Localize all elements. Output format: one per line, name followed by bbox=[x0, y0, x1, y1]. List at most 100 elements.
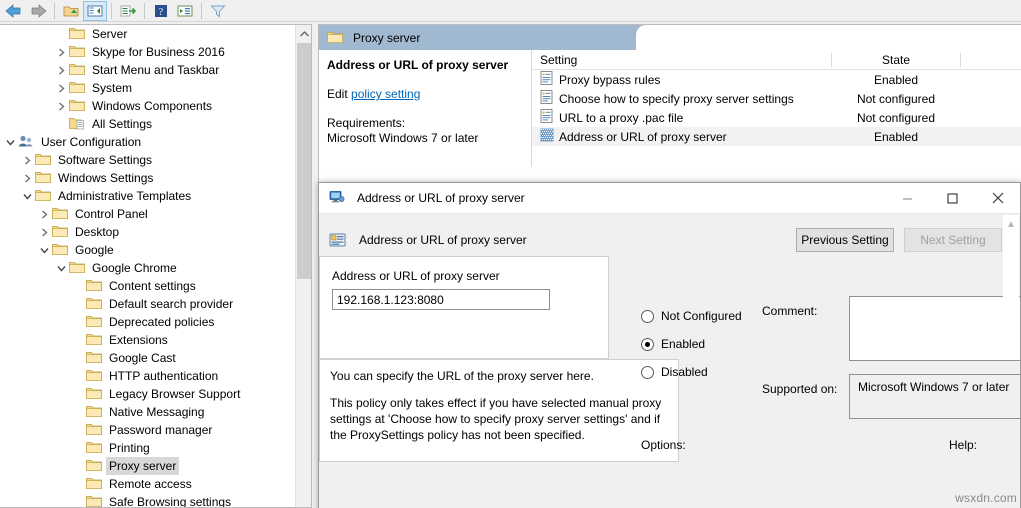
close-icon[interactable] bbox=[975, 183, 1020, 214]
tree-scroll-up-icon[interactable] bbox=[296, 25, 311, 42]
tree-item-label: User Configuration bbox=[41, 135, 142, 149]
folder-icon bbox=[86, 350, 102, 366]
tree-item-google-chrome[interactable]: Google Chrome bbox=[0, 259, 295, 277]
folder-icon bbox=[35, 188, 51, 204]
tree-scrollbar[interactable] bbox=[295, 25, 311, 507]
show-hide-console-tree-icon[interactable] bbox=[83, 0, 107, 21]
policy-document-icon bbox=[540, 71, 559, 88]
radio-label: Disabled bbox=[661, 365, 708, 379]
settings-list[interactable]: Proxy bypass rules Enabled Choose how to s… bbox=[532, 70, 1021, 146]
settings-row-state-cell: Enabled bbox=[873, 72, 919, 87]
chevron-right-icon[interactable] bbox=[53, 44, 69, 60]
tree-item-windows-settings[interactable]: Windows Settings bbox=[0, 169, 295, 187]
tree-item-default-search-provider[interactable]: Default search provider bbox=[0, 295, 295, 313]
next-setting-button[interactable]: Next Setting bbox=[904, 227, 1002, 252]
chevron-right-icon[interactable] bbox=[36, 224, 52, 240]
tree-item-safe-browsing-settings[interactable]: Safe Browsing settings bbox=[0, 493, 295, 507]
tree-scroll-thumb[interactable] bbox=[297, 43, 311, 279]
column-header-state[interactable]: State bbox=[831, 52, 961, 67]
tree-item-google[interactable]: Google bbox=[0, 241, 295, 259]
tree-item-control-panel[interactable]: Control Panel bbox=[0, 205, 295, 223]
supported-on-label: Supported on: bbox=[762, 382, 838, 396]
chevron-down-icon[interactable] bbox=[2, 134, 18, 150]
folder-icon bbox=[86, 440, 102, 456]
tree-item-windows-components[interactable]: Windows Components bbox=[0, 97, 295, 115]
forward-icon[interactable] bbox=[26, 1, 50, 21]
back-icon[interactable] bbox=[2, 1, 26, 21]
tree-item-desktop[interactable]: Desktop bbox=[0, 223, 295, 241]
chevron-right-icon[interactable] bbox=[53, 80, 69, 96]
tree-item-user-configuration[interactable]: User Configuration bbox=[0, 133, 295, 151]
settings-list-row[interactable]: URL to a proxy .pac file Not configured bbox=[532, 108, 1021, 127]
help-icon[interactable]: ? bbox=[149, 1, 173, 21]
settings-list-row[interactable]: Choose how to specify proxy server setti… bbox=[532, 89, 1021, 108]
radio-indicator[interactable] bbox=[641, 365, 654, 379]
settings-pane-header: Proxy server bbox=[319, 25, 1021, 50]
export-list-icon[interactable] bbox=[116, 1, 140, 21]
proxy-address-input[interactable] bbox=[332, 289, 550, 310]
tree-item-start-menu-and-taskbar[interactable]: Start Menu and Taskbar bbox=[0, 61, 295, 79]
tree-item-native-messaging[interactable]: Native Messaging bbox=[0, 403, 295, 421]
dialog-body: Address or URL of proxy server Previous … bbox=[319, 214, 1020, 508]
maximize-icon[interactable] bbox=[930, 183, 975, 214]
chevron-right-icon[interactable] bbox=[53, 62, 69, 78]
up-one-level-icon[interactable] bbox=[59, 1, 83, 21]
tree-item-google-cast[interactable]: Google Cast bbox=[0, 349, 295, 367]
twisty-placeholder bbox=[70, 440, 86, 456]
tree-item-printing[interactable]: Printing bbox=[0, 439, 295, 457]
settings-list-row[interactable]: Address or URL of proxy server Enabled bbox=[532, 127, 1021, 146]
extended-info-pane: Address or URL of proxy server Edit poli… bbox=[319, 50, 532, 167]
radio-enabled[interactable]: Enabled bbox=[641, 330, 761, 358]
user-configuration-icon bbox=[18, 134, 34, 150]
tree-item-server[interactable]: Server bbox=[0, 25, 295, 43]
comment-value bbox=[850, 297, 1020, 307]
comment-textarea[interactable]: ▲ ▼ bbox=[849, 296, 1020, 361]
tree-item-extensions[interactable]: Extensions bbox=[0, 331, 295, 349]
radio-not-configured[interactable]: Not Configured bbox=[641, 302, 761, 330]
tree-item-software-settings[interactable]: Software Settings bbox=[0, 151, 295, 169]
properties-icon[interactable] bbox=[173, 1, 197, 21]
folder-icon bbox=[35, 152, 51, 168]
tree-item-password-manager[interactable]: Password manager bbox=[0, 421, 295, 439]
radio-indicator[interactable] bbox=[641, 309, 654, 323]
tree-item-skype-for-business-2016[interactable]: Skype for Business 2016 bbox=[0, 43, 295, 61]
twisty-placeholder bbox=[70, 404, 86, 420]
minimize-icon[interactable] bbox=[885, 183, 930, 214]
chevron-right-icon[interactable] bbox=[36, 206, 52, 222]
radio-disabled[interactable]: Disabled bbox=[641, 358, 761, 386]
chevron-down-icon[interactable] bbox=[53, 260, 69, 276]
chevron-down-icon[interactable] bbox=[36, 242, 52, 258]
filter-icon[interactable] bbox=[206, 1, 230, 21]
tree-item-label: Windows Settings bbox=[58, 171, 154, 185]
policy-setting-icon bbox=[329, 232, 346, 248]
previous-setting-button[interactable]: Previous Setting bbox=[796, 227, 894, 252]
tree-item-remote-access[interactable]: Remote access bbox=[0, 475, 295, 493]
group-policy-editor-window: ? Server Skype for Business 2016 Start Men… bbox=[0, 0, 1021, 508]
column-header-setting[interactable]: Setting bbox=[532, 53, 831, 67]
settings-list-row[interactable]: Proxy bypass rules Enabled bbox=[532, 70, 1021, 89]
tree-item-legacy-browser-support[interactable]: Legacy Browser Support bbox=[0, 385, 295, 403]
chevron-right-icon[interactable] bbox=[19, 170, 35, 186]
tree-item-http-authentication[interactable]: HTTP authentication bbox=[0, 367, 295, 385]
dialog-title-bar[interactable]: Address or URL of proxy server bbox=[319, 183, 1020, 214]
radio-indicator[interactable] bbox=[641, 337, 654, 351]
tree-item-all-settings[interactable]: All Settings bbox=[0, 115, 295, 133]
chevron-right-icon[interactable] bbox=[19, 152, 35, 168]
twisty-placeholder bbox=[70, 296, 86, 312]
twisty-placeholder bbox=[70, 350, 86, 366]
tree-item-deprecated-policies[interactable]: Deprecated policies bbox=[0, 313, 295, 331]
chevron-right-icon[interactable] bbox=[53, 98, 69, 114]
help-scrollbar[interactable]: ▲ bbox=[1003, 215, 1019, 316]
console-tree[interactable]: Server Skype for Business 2016 Start Menu … bbox=[0, 25, 295, 507]
folder-icon bbox=[52, 224, 68, 240]
tree-item-label: Control Panel bbox=[75, 207, 148, 221]
policy-setting-link[interactable]: policy setting bbox=[351, 87, 420, 101]
folder-icon bbox=[327, 30, 343, 46]
tree-item-system[interactable]: System bbox=[0, 79, 295, 97]
tree-item-administrative-templates[interactable]: Administrative Templates bbox=[0, 187, 295, 205]
policy-state-radio-group[interactable]: Not Configured Enabled Disabled bbox=[641, 302, 761, 386]
tree-item-proxy-server[interactable]: Proxy server bbox=[0, 457, 295, 475]
chevron-down-icon[interactable] bbox=[19, 188, 35, 204]
tree-item-content-settings[interactable]: Content settings bbox=[0, 277, 295, 295]
scroll-up-icon[interactable]: ▲ bbox=[1006, 219, 1016, 316]
